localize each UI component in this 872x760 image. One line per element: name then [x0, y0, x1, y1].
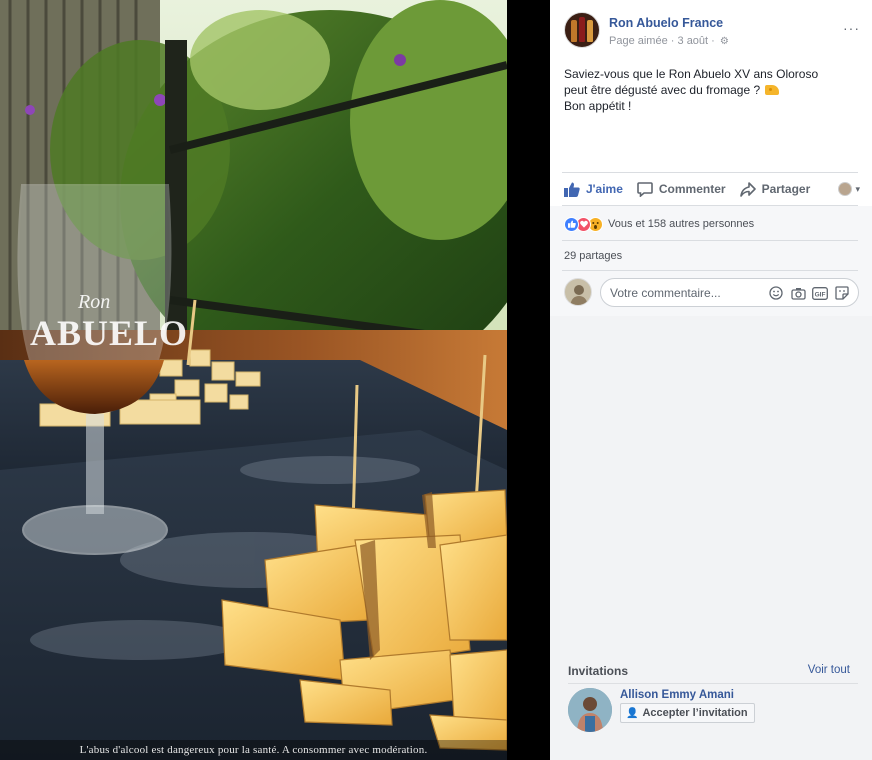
user-mini-avatar — [838, 182, 853, 196]
share-arrow-icon — [739, 181, 756, 197]
divider — [562, 270, 858, 271]
thumbs-up-icon — [564, 182, 580, 197]
reactions-summary[interactable]: Vous et 158 autres personnes — [564, 216, 860, 232]
divider — [562, 205, 858, 206]
post-text-line: Bon appétit ! — [564, 99, 632, 113]
screen: Ron ABUELO L'abus d'alcool est dangereux… — [0, 0, 872, 760]
reactions-count-text[interactable]: Vous et 158 autres personnes — [608, 218, 754, 230]
comment-composer: GIF — [564, 278, 860, 308]
comment-button[interactable]: Commenter — [637, 181, 726, 197]
post-text-line: peut être dégusté avec du fromage ? — [564, 82, 860, 98]
chevron-down-icon: ▾ — [855, 183, 860, 194]
divider — [568, 683, 858, 684]
post-text-line: Saviez-vous que le Ron Abuelo XV ans Olo… — [564, 67, 819, 81]
post-text-line-content: peut être dégusté avec du fromage ? — [564, 83, 761, 97]
meta-separator: · — [670, 35, 675, 47]
share-label: Partager — [761, 182, 811, 196]
inviter-name-link[interactable]: Allison Emmy Amani — [620, 689, 734, 701]
audience-gear-icon[interactable]: ⚙ — [720, 36, 729, 47]
divider — [562, 172, 858, 173]
post-date-link[interactable]: 3 août — [678, 35, 709, 47]
cheese-emoji-icon — [765, 85, 780, 95]
comment-bubble-icon — [637, 181, 653, 197]
like-reaction-icon — [564, 216, 579, 232]
post-header: Ron Abuelo France Page aimée · 3 août · … — [564, 12, 860, 52]
accept-invitation-button[interactable]: 👤 Accepter l’invitation — [620, 703, 755, 723]
post-panel: Ron Abuelo France Page aimée · 3 août · … — [550, 0, 872, 760]
viewer-gap — [507, 0, 550, 760]
glass-brand-abuelo: ABUELO — [30, 313, 188, 353]
meta-separator-2: · — [711, 35, 715, 47]
sticker-icon[interactable] — [834, 285, 850, 301]
current-user-avatar[interactable] — [564, 278, 592, 306]
inviter-avatar[interactable] — [568, 688, 612, 732]
gif-icon[interactable]: GIF — [812, 285, 828, 301]
camera-icon[interactable] — [790, 285, 806, 301]
post-actions-bar: J'aime Commenter Partager ▾ — [564, 178, 860, 200]
accept-invitation-label: Accepter l’invitation — [642, 707, 748, 719]
invitations-title: Invitations — [568, 664, 629, 678]
post-meta: Page aimée · 3 août · ⚙ — [609, 35, 729, 47]
comment-label: Commenter — [658, 182, 726, 196]
gif-label: GIF — [815, 291, 826, 298]
comment-tools: GIF — [768, 285, 850, 301]
see-all-invitations-link[interactable]: Voir tout — [808, 664, 850, 676]
photo-illustration: Ron ABUELO — [0, 0, 507, 760]
alcohol-warning-caption: L'abus d'alcool est dangereux pour la sa… — [0, 740, 507, 760]
glass-brand-ron: Ron — [77, 291, 110, 313]
post-photo[interactable]: Ron ABUELO L'abus d'alcool est dangereux… — [0, 0, 507, 760]
page-avatar[interactable] — [564, 12, 600, 48]
post-message: Saviez-vous que le Ron Abuelo XV ans Olo… — [564, 66, 860, 114]
like-label: J'aime — [586, 182, 623, 196]
react-as-selector[interactable]: ▾ — [838, 182, 860, 196]
shares-count-link[interactable]: 29 partages — [564, 250, 622, 262]
page-name-link[interactable]: Ron Abuelo France — [609, 16, 723, 30]
emoji-icon[interactable] — [768, 285, 784, 301]
more-options-button[interactable]: ··· — [843, 20, 860, 36]
like-button[interactable]: J'aime — [564, 182, 623, 197]
add-friend-icon: 👤 — [626, 707, 639, 719]
share-button[interactable]: Partager — [739, 181, 811, 197]
divider — [562, 240, 858, 241]
page-liked-label: Page aimée — [609, 35, 668, 47]
